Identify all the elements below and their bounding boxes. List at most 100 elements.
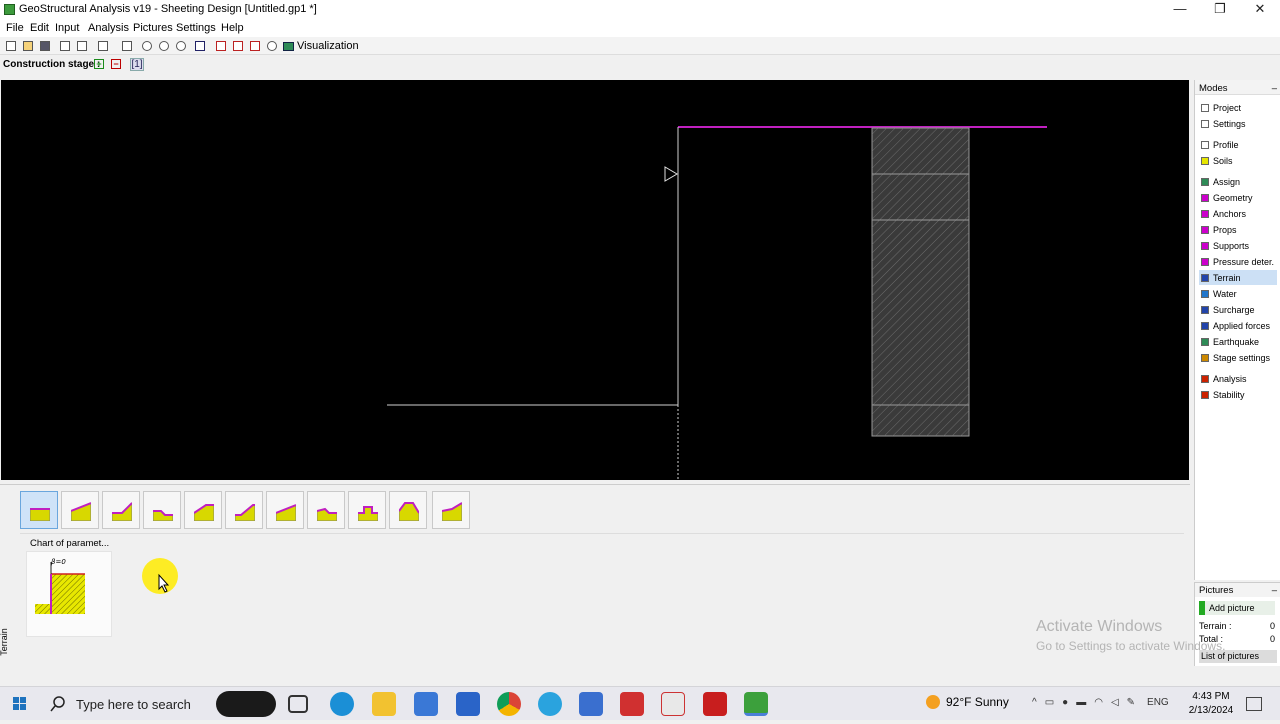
mode-analysis[interactable]: Analysis bbox=[1199, 371, 1277, 386]
taskbar-search[interactable]: Type here to search bbox=[40, 687, 216, 721]
print-icon[interactable] bbox=[96, 39, 110, 53]
menu-settings[interactable]: Settings bbox=[176, 22, 216, 34]
wifi-icon[interactable]: ◠ bbox=[1094, 697, 1103, 708]
visualization-button[interactable]: Visualization bbox=[283, 38, 359, 54]
terrain-type-10[interactable] bbox=[389, 491, 427, 529]
telegram-icon[interactable] bbox=[538, 692, 562, 716]
battery-icon[interactable]: ▬ bbox=[1076, 697, 1086, 708]
microphone-icon[interactable]: ● bbox=[1062, 697, 1068, 708]
pan-icon[interactable] bbox=[193, 39, 207, 53]
zoom-window-icon[interactable] bbox=[174, 39, 188, 53]
pictures-collapse-button[interactable]: – bbox=[1272, 585, 1277, 596]
mode-surcharge[interactable]: Surcharge bbox=[1199, 302, 1277, 317]
mode-assign[interactable]: Assign bbox=[1199, 174, 1277, 189]
menu-file[interactable]: File bbox=[6, 22, 24, 34]
language-indicator[interactable]: ENG bbox=[1147, 697, 1169, 708]
mode-profile[interactable]: Profile bbox=[1199, 137, 1277, 152]
mail-icon[interactable] bbox=[456, 692, 480, 716]
menu-input[interactable]: Input bbox=[55, 22, 79, 34]
terrain-type-8[interactable] bbox=[307, 491, 345, 529]
mode-label: Pressure deter. bbox=[1213, 256, 1275, 267]
menu-edit[interactable]: Edit bbox=[30, 22, 49, 34]
menu-help[interactable]: Help bbox=[221, 22, 244, 34]
weather-widget[interactable]: 92°F Sunny bbox=[926, 695, 1009, 709]
drawing-canvas[interactable] bbox=[1, 80, 1189, 480]
geo5-taskbar-icon[interactable] bbox=[744, 692, 768, 716]
mode-settings[interactable]: Settings bbox=[1199, 116, 1277, 131]
new-file-icon[interactable] bbox=[4, 39, 18, 53]
calculator-icon[interactable] bbox=[579, 692, 603, 716]
view-3-icon[interactable] bbox=[248, 39, 262, 53]
terrain-type-6[interactable] bbox=[225, 491, 263, 529]
start-button[interactable] bbox=[0, 687, 40, 721]
minimize-button[interactable]: — bbox=[1160, 0, 1200, 20]
zoom-out-icon[interactable] bbox=[157, 39, 171, 53]
copilot-icon[interactable] bbox=[216, 691, 276, 717]
mode-project[interactable]: Project bbox=[1199, 100, 1277, 115]
view-2-icon[interactable] bbox=[231, 39, 245, 53]
mode-terrain[interactable]: Terrain bbox=[1199, 270, 1277, 285]
pdf-reader-icon[interactable] bbox=[661, 692, 685, 716]
mode-label: Props bbox=[1213, 224, 1237, 235]
edge-icon[interactable] bbox=[330, 692, 354, 716]
maximize-button[interactable]: ❐ bbox=[1200, 0, 1240, 20]
edit-icon[interactable]: ✎ bbox=[1127, 697, 1135, 708]
terrain-type-5[interactable] bbox=[184, 491, 222, 529]
paste-icon[interactable] bbox=[75, 39, 89, 53]
store-icon[interactable] bbox=[414, 692, 438, 716]
close-button[interactable]: ✕ bbox=[1240, 0, 1280, 20]
print-setup-icon[interactable] bbox=[120, 39, 134, 53]
add-picture-button[interactable]: Add picture bbox=[1199, 601, 1275, 615]
mode-applied-forces[interactable]: Applied forces bbox=[1199, 318, 1277, 333]
menu-pictures[interactable]: Pictures bbox=[133, 22, 173, 34]
terrain-bump-icon bbox=[317, 507, 337, 521]
terrain-type-4[interactable] bbox=[143, 491, 181, 529]
mode-stage-settings[interactable]: Stage settings bbox=[1199, 350, 1277, 365]
stage-bar: Construction stage : + − [1] bbox=[0, 58, 1280, 72]
terrain-type-flat[interactable] bbox=[20, 491, 58, 529]
chrome-icon[interactable] bbox=[497, 692, 521, 716]
mode-icon bbox=[1201, 156, 1209, 165]
clock[interactable]: 4:43 PM 2/13/2024 bbox=[1186, 690, 1236, 718]
clock-time: 4:43 PM bbox=[1192, 691, 1230, 702]
canvas-drawing bbox=[387, 126, 1047, 480]
mode-pressure-deter[interactable]: Pressure deter. bbox=[1199, 254, 1277, 269]
mode-props[interactable]: Props bbox=[1199, 222, 1277, 237]
terrain-type-2[interactable] bbox=[61, 491, 99, 529]
terrain-vertical-tab[interactable]: Terrain bbox=[0, 625, 16, 665]
task-view-icon[interactable] bbox=[288, 695, 308, 713]
terrain-type-9[interactable] bbox=[348, 491, 386, 529]
menu-analysis[interactable]: Analysis bbox=[88, 22, 129, 34]
mode-water[interactable]: Water bbox=[1199, 286, 1277, 301]
total-pictures-count: 0 bbox=[1269, 634, 1275, 644]
mode-anchors[interactable]: Anchors bbox=[1199, 206, 1277, 221]
mode-icon bbox=[1201, 273, 1209, 282]
mode-stability[interactable]: Stability bbox=[1199, 387, 1277, 402]
tray-app-icon[interactable]: ▭ bbox=[1045, 697, 1054, 708]
volume-icon[interactable]: ◁ bbox=[1111, 697, 1119, 708]
mode-geometry[interactable]: Geometry bbox=[1199, 190, 1277, 205]
add-stage-button[interactable]: + bbox=[94, 59, 104, 69]
open-file-icon[interactable] bbox=[21, 39, 35, 53]
mode-supports[interactable]: Supports bbox=[1199, 238, 1277, 253]
terrain-type-3[interactable] bbox=[102, 491, 140, 529]
mode-earthquake[interactable]: Earthquake bbox=[1199, 334, 1277, 349]
file-explorer-icon[interactable] bbox=[372, 692, 396, 716]
copy-icon[interactable] bbox=[58, 39, 72, 53]
modes-collapse-button[interactable]: – bbox=[1272, 83, 1277, 94]
terrain-type-7[interactable] bbox=[266, 491, 304, 529]
acrobat-icon[interactable] bbox=[703, 692, 727, 716]
remove-stage-button[interactable]: − bbox=[111, 59, 121, 69]
drawing-app-icon[interactable] bbox=[620, 692, 644, 716]
mode-label: Stage settings bbox=[1213, 352, 1271, 363]
save-icon[interactable] bbox=[38, 39, 52, 53]
notification-icon[interactable] bbox=[1246, 697, 1262, 711]
refresh-icon[interactable] bbox=[265, 39, 279, 53]
mode-icon bbox=[1201, 103, 1209, 112]
view-1-icon[interactable] bbox=[214, 39, 228, 53]
tray-chevron-icon[interactable]: ^ bbox=[1032, 697, 1037, 708]
zoom-in-icon[interactable] bbox=[140, 39, 154, 53]
terrain-type-11[interactable] bbox=[432, 491, 470, 529]
stage-1-button[interactable]: [1] bbox=[130, 58, 144, 71]
mode-soils[interactable]: Soils bbox=[1199, 153, 1277, 168]
